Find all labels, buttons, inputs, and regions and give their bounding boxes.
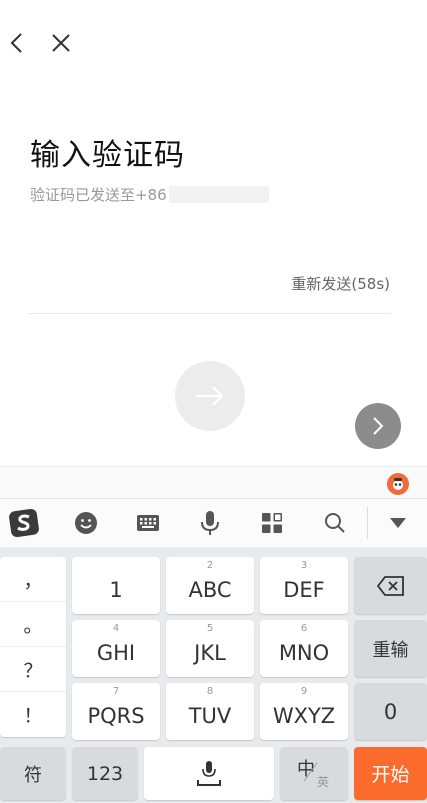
emoji-icon[interactable] <box>62 499 110 547</box>
sent-to-prefix: 验证码已发送至+86 <box>30 186 167 204</box>
key-9-wxyz[interactable]: 9 WXYZ <box>260 683 348 740</box>
symbol-key[interactable]: ， <box>0 557 66 602</box>
t9-keyboard: ， 。 ？ ！ 1 2 ABC 3 DEF 4 GHI 5 JKL 6 MNO … <box>0 547 427 803</box>
submit-button[interactable] <box>175 361 245 431</box>
key-3-def[interactable]: 3 DEF <box>260 557 348 614</box>
key-4-ghi[interactable]: 4 GHI <box>72 620 160 677</box>
resend-countdown[interactable]: 重新发送(58s) <box>291 273 390 294</box>
key-1[interactable]: 1 <box>72 557 160 614</box>
symbol-column[interactable]: ， 。 ？ ！ <box>0 557 66 737</box>
close-button[interactable] <box>44 26 78 60</box>
page-title: 输入验证码 <box>30 138 185 173</box>
numbers-key[interactable]: 123 <box>72 747 138 800</box>
reenter-key[interactable]: 重输 <box>354 620 427 677</box>
back-button[interactable] <box>0 26 34 60</box>
ime-candidate-bar <box>0 466 427 499</box>
chevron-left-icon <box>10 33 22 53</box>
zh-en-switch-key[interactable]: 中 英 <box>280 747 348 800</box>
keyboard-icon[interactable] <box>124 499 172 547</box>
symbol-key[interactable]: ！ <box>0 692 66 737</box>
search-icon[interactable] <box>311 499 359 547</box>
sogou-skin-icon[interactable] <box>387 473 409 495</box>
space-key[interactable] <box>144 747 274 800</box>
key-0[interactable]: 0 <box>354 683 427 740</box>
key-5-jkl[interactable]: 5 JKL <box>166 620 254 677</box>
sogou-logo-icon[interactable] <box>0 499 48 547</box>
key-7-pqrs[interactable]: 7 PQRS <box>72 683 160 740</box>
toolbar-divider <box>367 507 368 539</box>
ime-toolbar <box>0 499 427 547</box>
go-key[interactable]: 开始 <box>354 747 427 800</box>
close-icon <box>52 34 70 52</box>
symbol-key[interactable]: ？ <box>0 647 66 692</box>
backspace-key[interactable] <box>354 557 427 614</box>
key-2-abc[interactable]: 2 ABC <box>166 557 254 614</box>
collapse-keyboard-icon[interactable] <box>374 499 422 547</box>
code-input-underline[interactable] <box>28 313 390 314</box>
sent-to-text: 验证码已发送至+86 <box>30 184 269 205</box>
symbols-key[interactable]: 符 <box>0 747 66 800</box>
microphone-icon[interactable] <box>186 499 234 547</box>
key-6-mno[interactable]: 6 MNO <box>260 620 348 677</box>
backspace-icon <box>376 575 404 596</box>
floating-next-button[interactable] <box>355 403 401 449</box>
arrow-right-icon <box>196 386 224 406</box>
key-8-tuv[interactable]: 8 TUV <box>166 683 254 740</box>
masked-phone-number <box>168 186 269 203</box>
chevron-right-icon <box>373 417 384 435</box>
apps-grid-icon[interactable] <box>248 499 296 547</box>
space-mic-icon <box>197 760 221 786</box>
symbol-key[interactable]: 。 <box>0 602 66 647</box>
